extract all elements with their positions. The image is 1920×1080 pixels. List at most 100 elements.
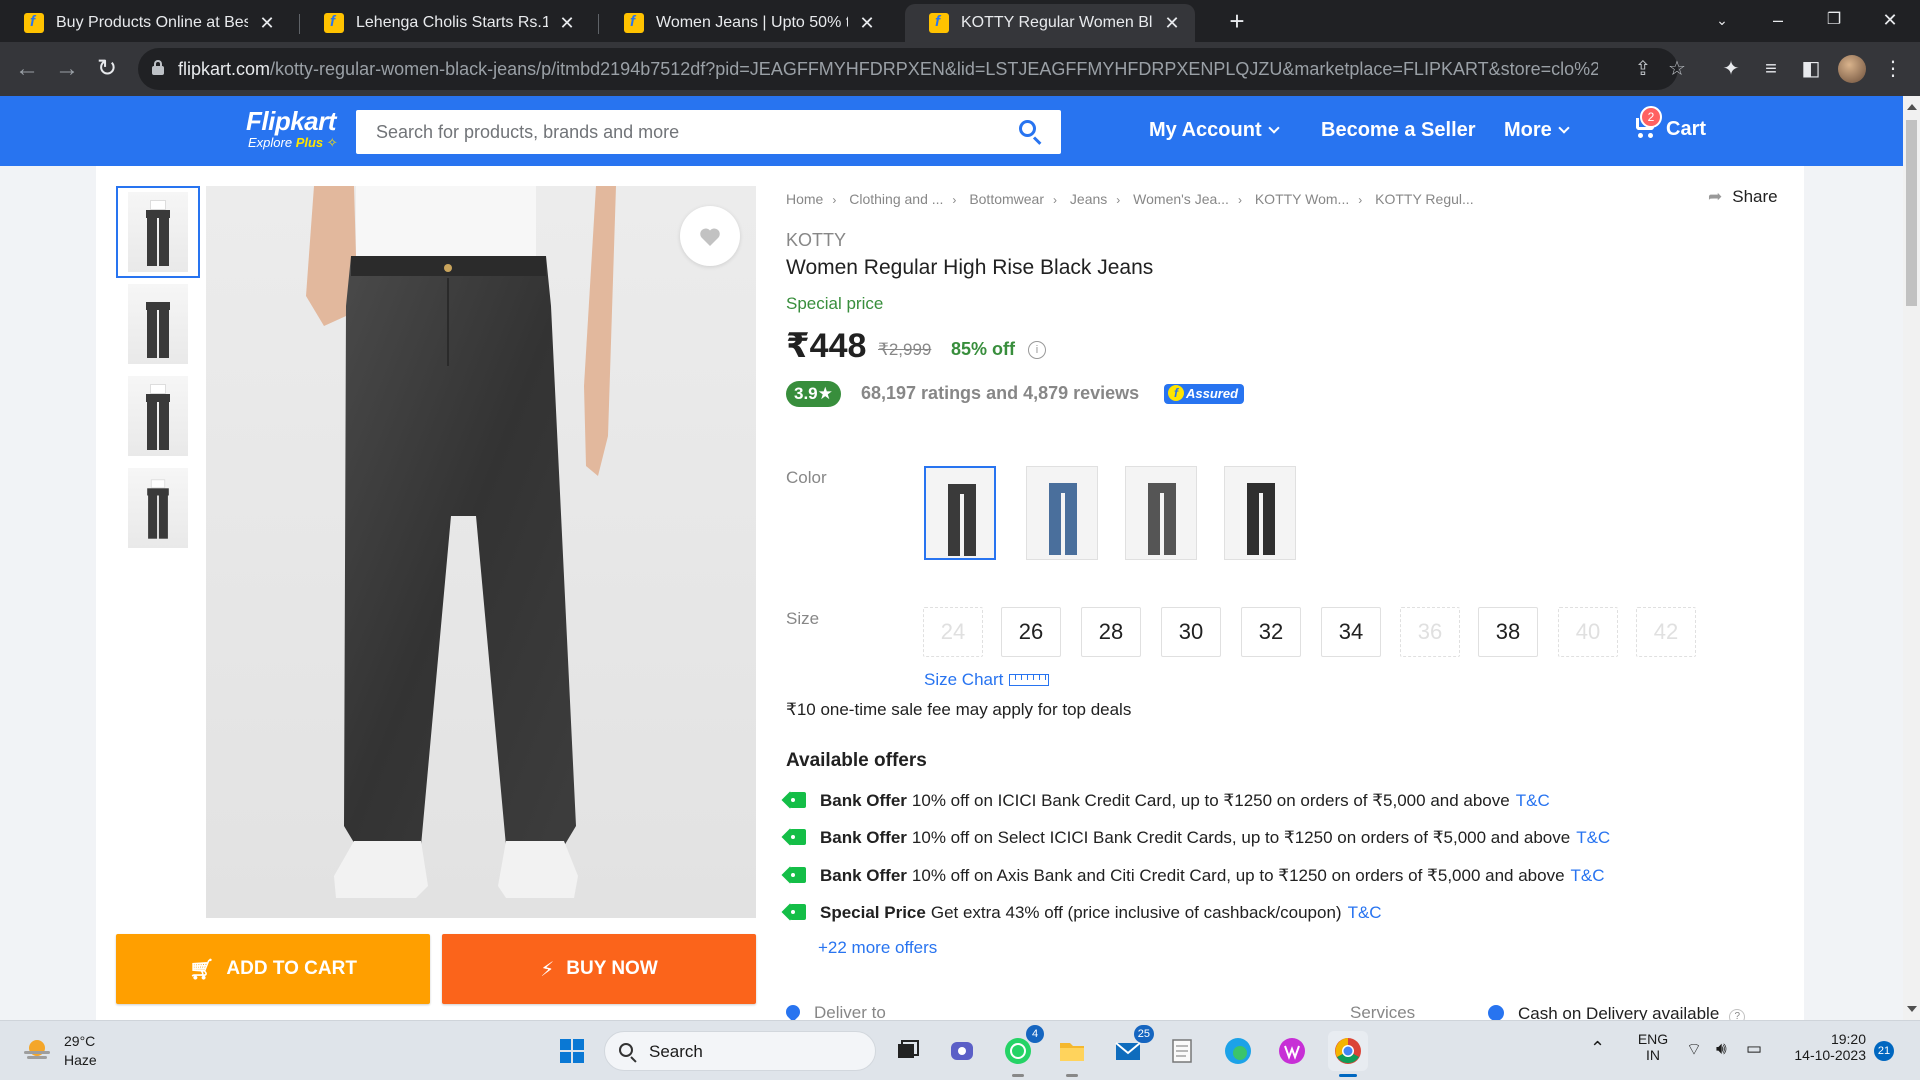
- price-info-icon[interactable]: i: [1028, 341, 1046, 359]
- thumbnail-4[interactable]: [116, 462, 200, 554]
- page-scrollbar[interactable]: [1903, 96, 1920, 1020]
- side-panel-icon[interactable]: ◧: [1796, 54, 1826, 84]
- assured-badge: Assured: [1164, 384, 1245, 404]
- product-search-box[interactable]: [356, 110, 1061, 154]
- thumbnail-3[interactable]: [116, 370, 200, 462]
- size-option-32[interactable]: 32: [1241, 607, 1301, 657]
- chevron-right-icon: ›: [1053, 193, 1058, 207]
- extensions-puzzle-icon[interactable]: ✦: [1716, 54, 1746, 84]
- chevron-right-icon: ›: [952, 193, 957, 207]
- lock-icon[interactable]: [152, 60, 164, 75]
- chrome-menu-icon[interactable]: ⋮: [1878, 54, 1908, 84]
- bookmark-star-icon[interactable]: ☆: [1664, 56, 1690, 82]
- restore-button[interactable]: ❐: [1806, 0, 1862, 42]
- breadcrumb-jeans[interactable]: Jeans: [1070, 191, 1107, 207]
- terms-link[interactable]: T&C: [1516, 791, 1550, 810]
- forward-arrow-icon[interactable]: →: [50, 52, 84, 86]
- taskbar-search[interactable]: Search: [604, 1031, 876, 1071]
- edge-browser-icon: [1225, 1038, 1251, 1064]
- wifi-icon[interactable]: ⌔: [1686, 1039, 1702, 1060]
- breadcrumb-kotty-women[interactable]: KOTTY Wom...: [1255, 191, 1349, 207]
- terms-link[interactable]: T&C: [1348, 903, 1382, 922]
- task-view-button[interactable]: [888, 1031, 928, 1071]
- battery-icon[interactable]: ▭: [1746, 1039, 1762, 1059]
- ratings-reviews-count[interactable]: 68,197 ratings and 4,879 reviews: [861, 383, 1139, 404]
- terms-link[interactable]: T&C: [1576, 828, 1610, 847]
- taskbar-app-notepad[interactable]: [1162, 1031, 1202, 1071]
- scrollbar-thumb[interactable]: [1906, 120, 1917, 306]
- my-account-menu[interactable]: My Account: [1149, 119, 1280, 142]
- taskbar-app-whatsapp[interactable]: 4: [998, 1025, 1044, 1077]
- scroll-down-icon[interactable]: [1907, 1006, 1917, 1012]
- close-window-button[interactable]: ✕: [1862, 0, 1918, 42]
- search-icon[interactable]: [1019, 120, 1043, 145]
- browser-tab-4-active[interactable]: KOTTY Regular Women Black Jeans ✕: [905, 4, 1195, 42]
- tab-search-chevron-icon[interactable]: ⌄: [1694, 0, 1750, 42]
- taskbar-app-explorer[interactable]: [1052, 1031, 1092, 1077]
- taskbar-app-edge[interactable]: [1218, 1031, 1258, 1071]
- close-tab-icon[interactable]: ✕: [556, 13, 578, 34]
- buy-now-button[interactable]: ⚡︎ BUY NOW: [442, 934, 756, 1004]
- share-button[interactable]: ➦ Share: [1708, 187, 1778, 207]
- color-swatch-dark-grey[interactable]: [1224, 466, 1296, 560]
- size-label: Size: [786, 609, 820, 628]
- available-offers-title: Available offers: [786, 750, 927, 771]
- breadcrumb-womens-jeans[interactable]: Women's Jea...: [1133, 191, 1229, 207]
- size-chart-link[interactable]: Size Chart: [924, 670, 1050, 690]
- language-indicator[interactable]: ENG IN: [1636, 1031, 1670, 1063]
- size-option-30[interactable]: 30: [1161, 607, 1221, 657]
- media-control-icon[interactable]: ≡: [1756, 54, 1786, 84]
- size-option-34[interactable]: 34: [1321, 607, 1381, 657]
- thumbnail-2[interactable]: [116, 278, 200, 370]
- address-bar[interactable]: flipkart.com/kotty-regular-women-black-j…: [138, 48, 1686, 90]
- reload-icon[interactable]: ↻: [90, 52, 124, 86]
- more-offers-link[interactable]: +22 more offers: [818, 938, 937, 958]
- search-input[interactable]: [356, 110, 996, 154]
- tab-title: KOTTY Regular Women Black Jeans: [961, 14, 1153, 31]
- size-option-38[interactable]: 38: [1478, 607, 1538, 657]
- color-swatch-blue[interactable]: [1026, 466, 1098, 560]
- breadcrumb-clothing[interactable]: Clothing and ...: [849, 191, 943, 207]
- volume-icon[interactable]: 🔊︎: [1716, 1039, 1727, 1059]
- scroll-up-icon[interactable]: [1907, 104, 1917, 110]
- share-page-icon[interactable]: ⇪: [1630, 56, 1656, 82]
- more-menu[interactable]: More: [1504, 119, 1570, 142]
- breadcrumb-kotty-regular[interactable]: KOTTY Regul...: [1375, 191, 1474, 207]
- close-tab-icon[interactable]: ✕: [256, 13, 278, 34]
- url-text[interactable]: flipkart.com/kotty-regular-women-black-j…: [178, 59, 1598, 80]
- taskbar-app-mail[interactable]: 25: [1108, 1025, 1154, 1071]
- profile-avatar[interactable]: [1838, 55, 1866, 83]
- clock[interactable]: 19:20 14-10-2023: [1786, 1031, 1866, 1063]
- taskbar-app-chrome[interactable]: [1328, 1031, 1368, 1077]
- back-arrow-icon[interactable]: ←: [10, 52, 44, 86]
- taskbar-app-meet[interactable]: [942, 1031, 982, 1071]
- product-main-image[interactable]: [206, 186, 756, 918]
- terms-link[interactable]: T&C: [1571, 866, 1605, 885]
- close-tab-icon[interactable]: ✕: [856, 13, 878, 34]
- minimize-button[interactable]: –: [1750, 0, 1806, 42]
- wishlist-button[interactable]: [680, 206, 740, 266]
- tab-title: Lehenga Cholis Starts Rs.158 Online: [356, 14, 548, 31]
- show-hidden-icons-chevron-icon[interactable]: ⌃: [1590, 1038, 1605, 1059]
- notification-count-badge[interactable]: 21: [1874, 1041, 1894, 1061]
- windows-logo-icon: [560, 1039, 584, 1063]
- browser-tab-3[interactable]: Women Jeans | Upto 50% to 80% ✕: [600, 4, 890, 42]
- flipkart-logo[interactable]: Flipkart Explore Plus ✧: [246, 106, 338, 151]
- size-option-28[interactable]: 28: [1081, 607, 1141, 657]
- add-to-cart-button[interactable]: 🛒︎ ADD TO CART: [116, 934, 430, 1004]
- browser-tab-1[interactable]: Buy Products Online at Best Price ✕: [0, 4, 290, 42]
- become-seller-link[interactable]: Become a Seller: [1321, 119, 1476, 142]
- taskbar-app-wps[interactable]: [1272, 1031, 1312, 1071]
- size-option-26[interactable]: 26: [1001, 607, 1061, 657]
- close-tab-icon[interactable]: ✕: [1161, 13, 1183, 34]
- color-swatch-grey[interactable]: [1125, 466, 1197, 560]
- new-tab-button[interactable]: +: [1222, 6, 1252, 36]
- start-button[interactable]: [552, 1031, 592, 1071]
- running-indicator: [1339, 1074, 1357, 1077]
- thumbnail-1[interactable]: [116, 186, 200, 278]
- color-swatch-black[interactable]: [924, 466, 996, 560]
- browser-tab-2[interactable]: Lehenga Cholis Starts Rs.158 Online ✕: [300, 4, 590, 42]
- breadcrumb-bottomwear[interactable]: Bottomwear: [969, 191, 1044, 207]
- breadcrumb-home[interactable]: Home: [786, 191, 823, 207]
- heart-icon: [700, 228, 720, 246]
